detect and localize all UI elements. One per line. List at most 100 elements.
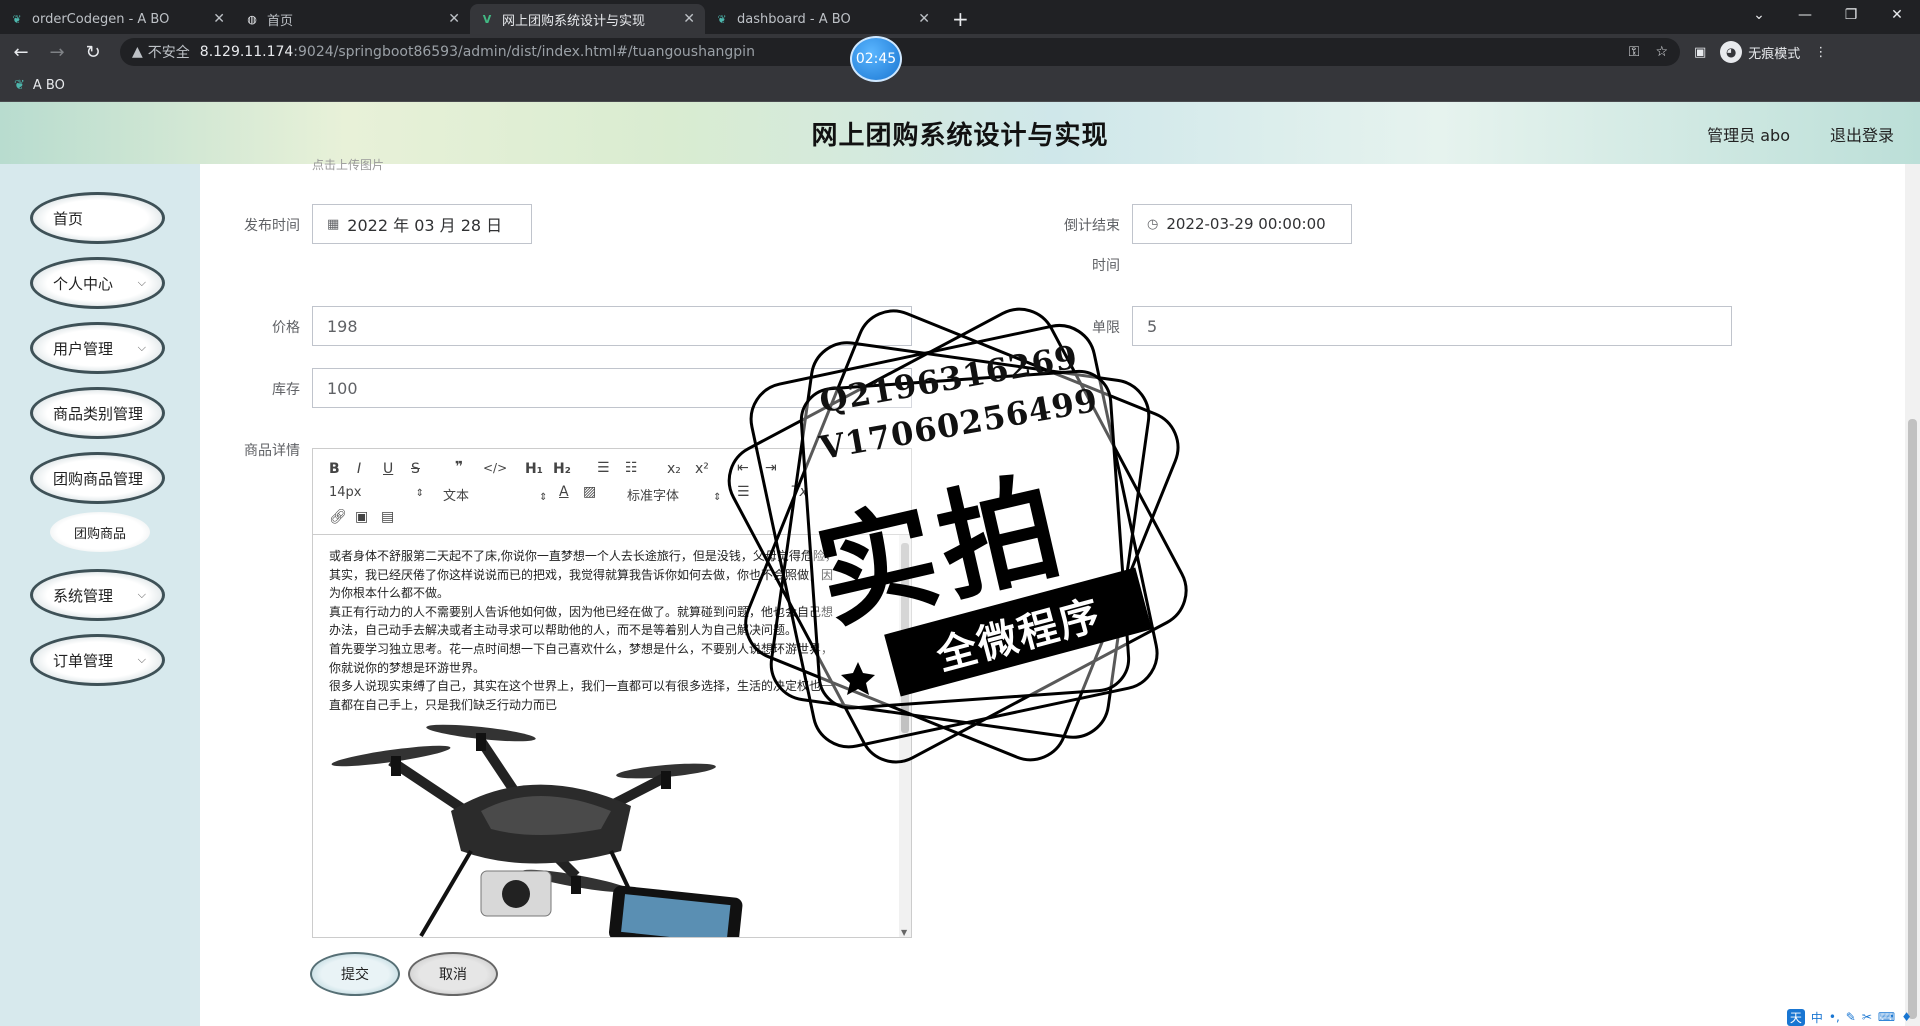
- star-icon[interactable]: ☆: [1655, 44, 1668, 60]
- blockquote-icon[interactable]: ❞: [455, 459, 463, 475]
- rich-text-editor[interactable]: B I U S ❞ </> H₁ H₂ ☰ ☷ x₂ x² ⇤ ⇥ 14px ⇕…: [312, 448, 912, 938]
- cancel-button[interactable]: 取消: [408, 952, 498, 996]
- font-color-icon[interactable]: A: [559, 484, 569, 500]
- italic-icon[interactable]: I: [357, 461, 361, 477]
- bullet-list-icon[interactable]: ☷: [625, 460, 638, 476]
- select-arrow-icon: ⇕: [713, 492, 722, 503]
- editor-paragraph: 其实，我已经厌倦了你这样说说而已的把戏，我觉得就算我告诉你如何去做，你也不会照做…: [329, 567, 834, 582]
- bold-icon[interactable]: B: [329, 461, 340, 477]
- page-scrollbar[interactable]: [1905, 164, 1920, 1026]
- tab-search-icon[interactable]: ⌄: [1736, 0, 1782, 30]
- countdown-input[interactable]: ◷ 2022-03-29 00:00:00: [1132, 204, 1352, 244]
- font-family-select[interactable]: 标准字体 ⇕: [627, 485, 722, 504]
- text-style-select[interactable]: 文本 ⇕: [443, 485, 548, 504]
- leaf-icon: ❦: [12, 12, 22, 26]
- forward-icon[interactable]: →: [42, 37, 72, 67]
- new-tab-button[interactable]: +: [940, 4, 981, 34]
- close-icon[interactable]: ✕: [448, 11, 460, 27]
- close-window-icon[interactable]: ✕: [1874, 0, 1920, 30]
- editor-paragraph: 首先要学习独立思考。花一点时间想一下自己喜欢什么，梦想是什么，不要别人说想环游世…: [329, 641, 834, 656]
- sidebar-item-user-management[interactable]: 用户管理 ⌵: [30, 322, 165, 374]
- clock-icon: ◷: [1147, 216, 1159, 232]
- sidebar-item-groupbuy-management[interactable]: 团购商品管理: [30, 452, 165, 504]
- ime-shirt-icon[interactable]: ♦: [1901, 1010, 1912, 1024]
- incognito-icon: ◕: [1720, 41, 1743, 63]
- scroll-down-icon[interactable]: ▼: [901, 928, 907, 937]
- chevron-down-icon: ⌵: [137, 276, 146, 289]
- timer-badge: 02:45: [850, 36, 902, 82]
- upload-hint: 点击上传图片: [312, 158, 385, 172]
- submit-button[interactable]: 提交: [310, 952, 400, 996]
- tab-title: dashboard - A BO: [737, 11, 851, 27]
- sidebar-subitem-groupbuy-goods[interactable]: 团购商品: [50, 512, 150, 552]
- stock-input[interactable]: 100: [312, 368, 912, 408]
- superscript-icon[interactable]: x²: [695, 461, 709, 477]
- header1-icon[interactable]: H₁: [525, 461, 543, 477]
- warning-icon: ▲: [132, 44, 143, 60]
- reload-icon[interactable]: ↻: [78, 37, 108, 67]
- ordered-list-icon[interactable]: ☰: [597, 460, 610, 476]
- close-icon[interactable]: ✕: [213, 11, 225, 27]
- ime-punct-icon[interactable]: •,: [1829, 1010, 1840, 1024]
- sidebar-item-order-management[interactable]: 订单管理 ⌵: [30, 634, 165, 686]
- logout-link[interactable]: 退出登录: [1830, 122, 1894, 146]
- leaf-icon: ❦: [14, 78, 25, 93]
- price-input[interactable]: 198: [312, 306, 912, 346]
- editor-content[interactable]: 或者身体不舒服第二天起不了床,你说你一直梦想一个人去长途旅行，但是没钱，父母觉得…: [329, 547, 899, 714]
- back-icon[interactable]: ←: [6, 37, 36, 67]
- restore-icon[interactable]: ❐: [1828, 0, 1874, 30]
- calendar-icon: ▦: [327, 216, 340, 232]
- link-icon[interactable]: 🔗︎: [329, 509, 347, 525]
- sidepanel-icon[interactable]: ▣: [1694, 45, 1706, 60]
- editor-scrollbar[interactable]: ▼: [899, 535, 911, 937]
- editor-paragraph: 你就说你的梦想是环游世界。: [329, 660, 486, 675]
- vue-icon: V: [482, 12, 492, 26]
- code-block-icon[interactable]: </>: [483, 461, 507, 475]
- globe-icon: ◍: [247, 12, 257, 26]
- drone-product-image: [331, 724, 743, 937]
- chevron-down-icon: ⌵: [137, 653, 146, 666]
- ime-mode[interactable]: 中: [1811, 1009, 1823, 1026]
- publish-time-input[interactable]: ▦ 2022 年 03 月 28 日: [312, 204, 532, 244]
- indent-left-icon[interactable]: ⇤: [737, 460, 749, 476]
- sidebar-item-personal-center[interactable]: 个人中心 ⌵: [30, 257, 165, 309]
- minimize-icon[interactable]: —: [1782, 0, 1828, 30]
- indent-right-icon[interactable]: ⇥: [765, 460, 777, 476]
- clear-format-icon[interactable]: Tx: [791, 484, 808, 500]
- sidebar-item-system-management[interactable]: 系统管理 ⌵: [30, 569, 165, 621]
- key-icon[interactable]: ⚿: [1629, 44, 1640, 60]
- ime-tools-icon[interactable]: ✂: [1862, 1010, 1872, 1024]
- strikethrough-icon[interactable]: S: [411, 461, 420, 477]
- incognito-indicator[interactable]: ◕ 无痕模式: [1720, 41, 1800, 63]
- url-host: 8.129.11.174: [199, 44, 294, 60]
- video-icon[interactable]: ▤: [381, 509, 394, 525]
- sidebar-item-home[interactable]: 首页: [30, 192, 165, 244]
- browser-tab-bar: ❦ orderCodegen - A BO ✕ ◍ 首页 ✕ V 网上团购系统设…: [0, 0, 1920, 34]
- header2-icon[interactable]: H₂: [553, 461, 571, 477]
- window-controls: ⌄ — ❐ ✕: [1736, 0, 1920, 30]
- bookmark-item[interactable]: A BO: [33, 78, 65, 93]
- browser-tab-active[interactable]: V 网上团购系统设计与实现 ✕: [470, 4, 705, 34]
- close-icon[interactable]: ✕: [683, 11, 695, 27]
- subscript-icon[interactable]: x₂: [667, 461, 681, 477]
- menu-icon[interactable]: ⋮: [1814, 45, 1827, 60]
- image-icon[interactable]: ▣: [355, 509, 368, 525]
- countdown-label: 倒计结束: [1064, 218, 1120, 234]
- sidebar-item-category-management[interactable]: 商品类别管理: [30, 387, 165, 439]
- font-size-select[interactable]: 14px ⇕: [329, 485, 424, 500]
- scroll-thumb[interactable]: [901, 543, 909, 733]
- ime-keyboard-icon[interactable]: ⌨: [1878, 1010, 1895, 1024]
- align-icon[interactable]: ☰: [737, 484, 750, 500]
- background-color-icon[interactable]: ▨: [583, 484, 596, 500]
- underline-icon[interactable]: U: [383, 461, 393, 477]
- browser-tab[interactable]: ❦ dashboard - A BO ✕: [705, 4, 940, 34]
- browser-tab[interactable]: ◍ 首页 ✕: [235, 4, 470, 34]
- browser-tab[interactable]: ❦ orderCodegen - A BO ✕: [0, 4, 235, 34]
- ime-logo[interactable]: 天: [1786, 1008, 1805, 1026]
- security-indicator[interactable]: ▲ 不安全: [132, 42, 190, 62]
- countdown-label-2: 时间: [1092, 258, 1120, 274]
- ime-pen-icon[interactable]: ✎: [1846, 1010, 1856, 1024]
- limit-input[interactable]: 5: [1132, 306, 1732, 346]
- close-icon[interactable]: ✕: [918, 11, 930, 27]
- scroll-thumb[interactable]: [1908, 419, 1917, 1019]
